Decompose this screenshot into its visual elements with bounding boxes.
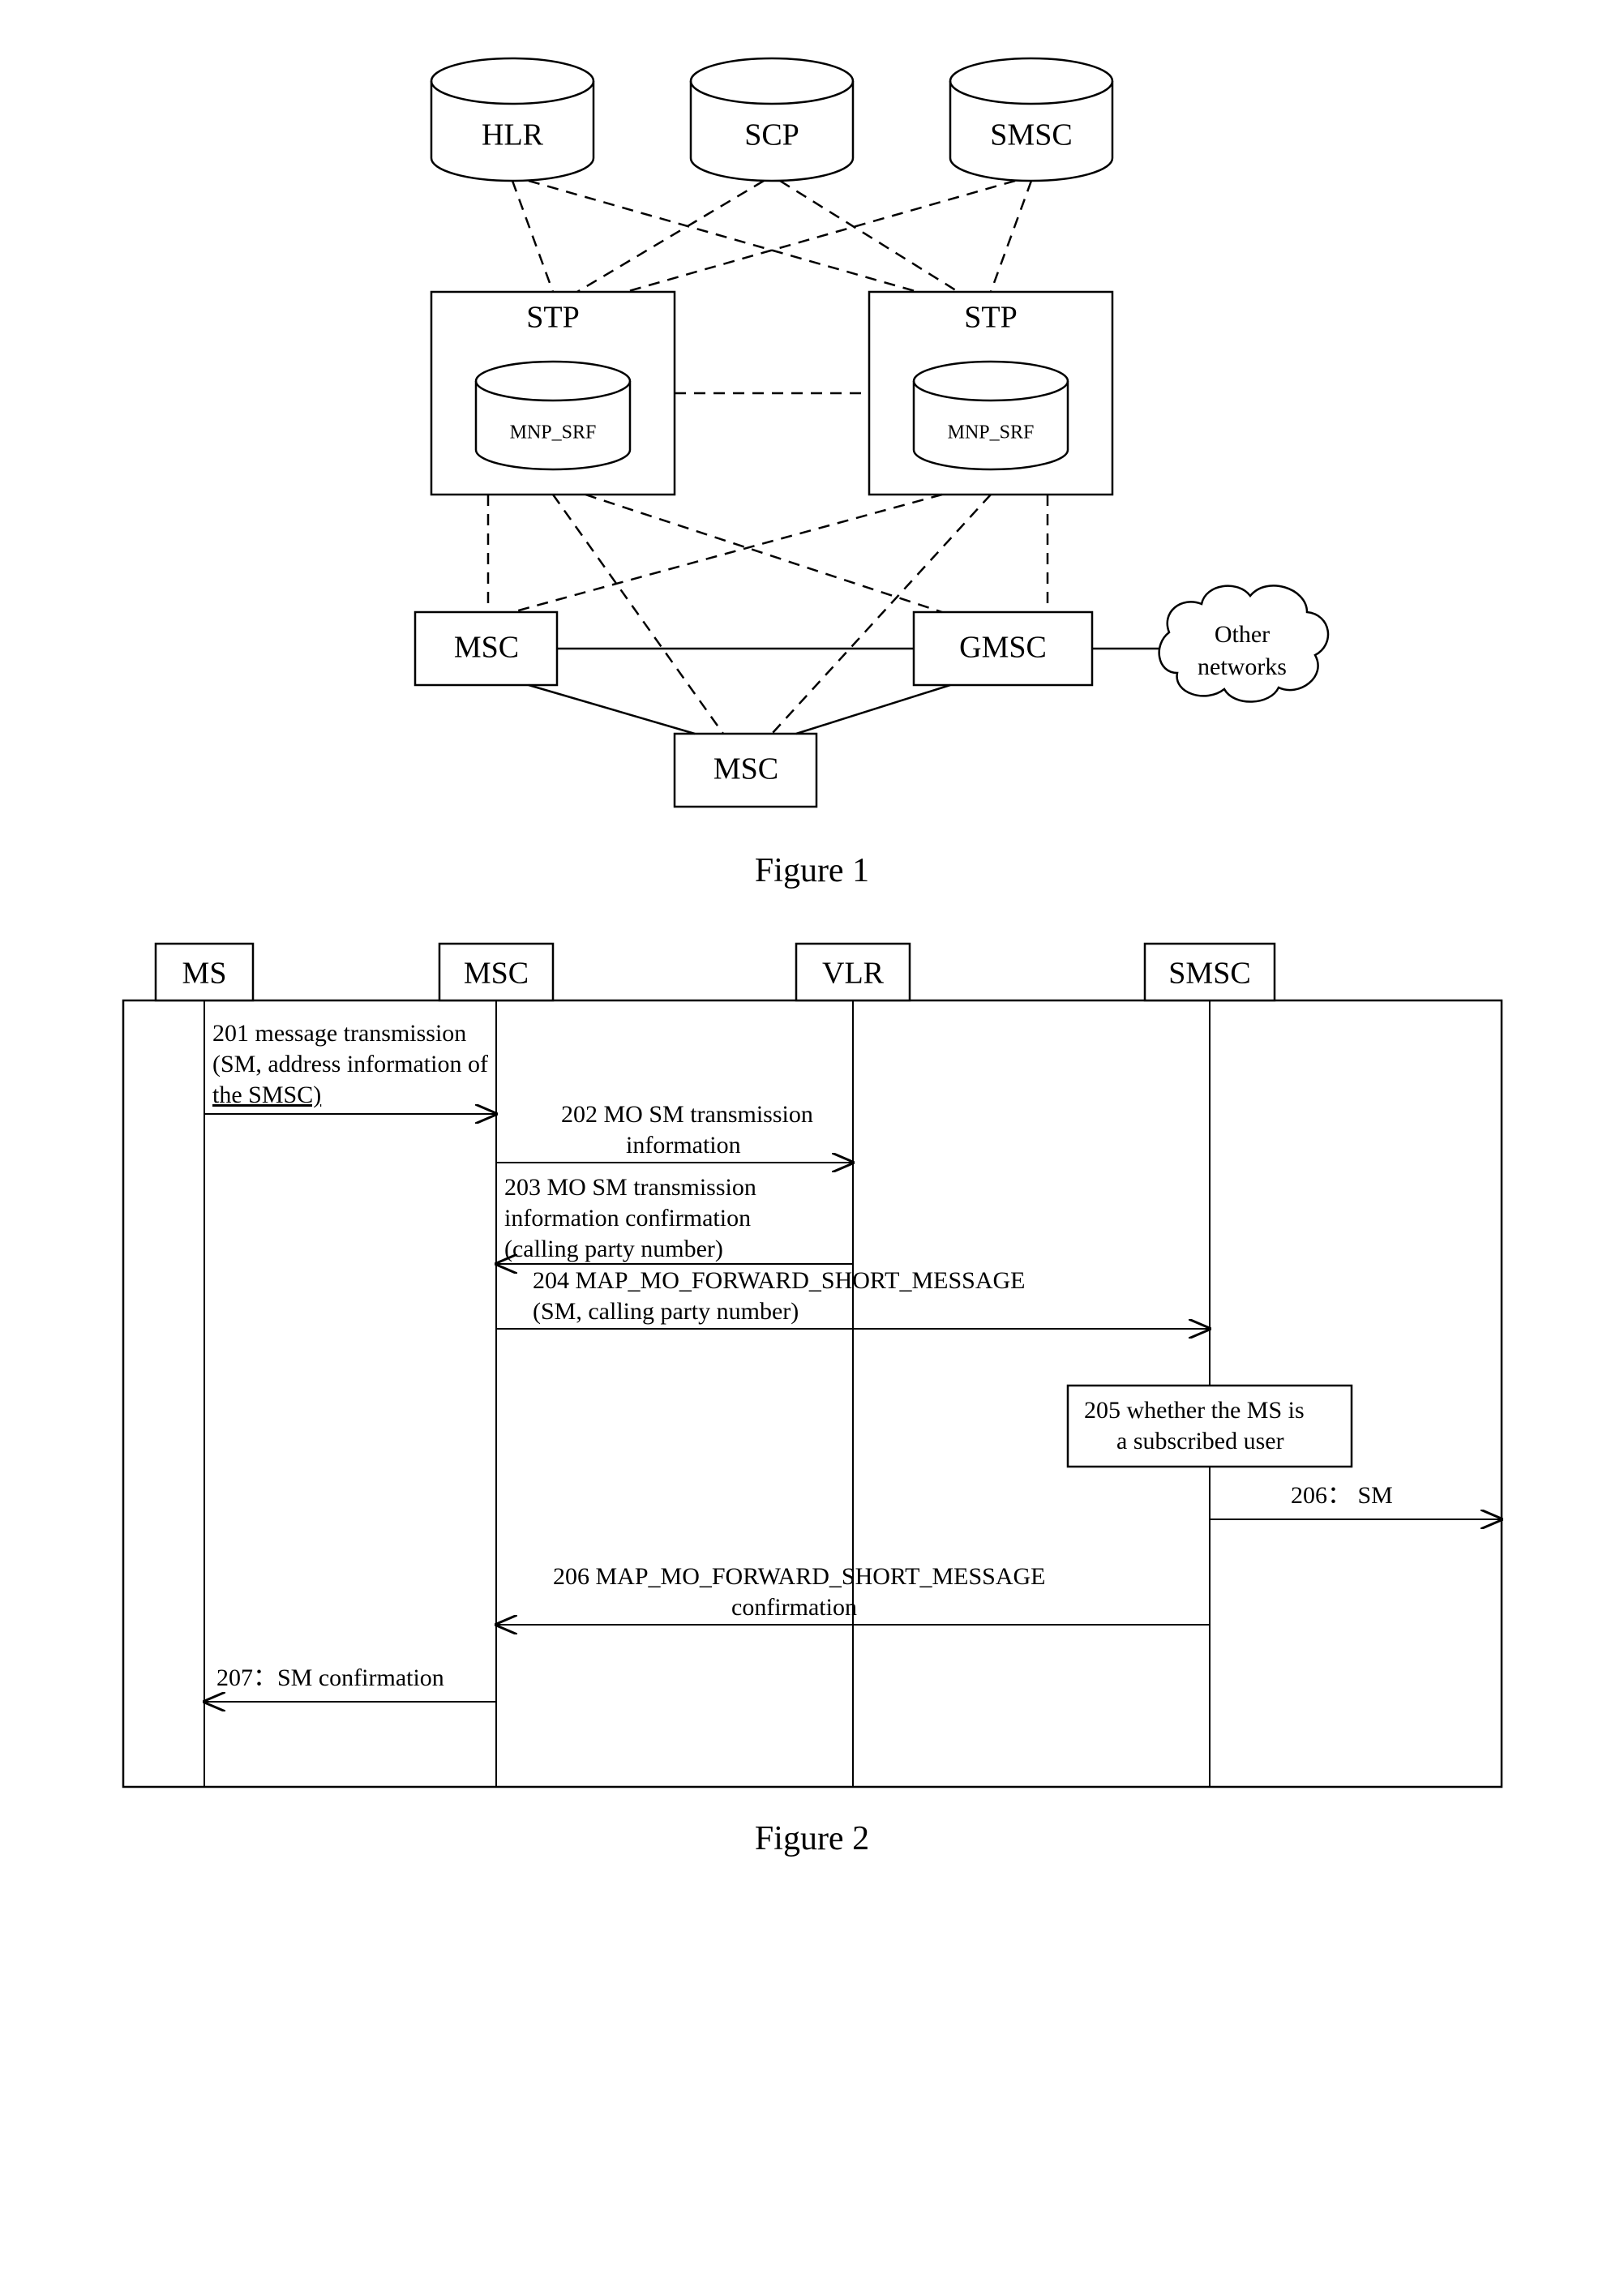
stp-left-label: STP bbox=[526, 301, 579, 335]
scp-cylinder: SCP bbox=[691, 58, 853, 181]
cloud-line1: Other bbox=[1214, 621, 1269, 648]
ms-label: MS bbox=[182, 957, 226, 991]
link-scp-stp-right bbox=[780, 181, 958, 292]
msc-left-box: MSC bbox=[415, 612, 557, 685]
m207: 207：SM confirmation bbox=[216, 1664, 444, 1691]
m206c-l1: 206 MAP_MO_FORWARD_SHORT_MESSAGE bbox=[553, 1563, 1045, 1590]
m205-l1: 205 whether the MS is bbox=[1084, 1397, 1305, 1424]
m206-right: 206： SM bbox=[1291, 1482, 1393, 1509]
scp-label: SCP bbox=[744, 118, 799, 152]
smsc-label2: SMSC bbox=[1168, 957, 1250, 991]
m201-l1: 201 message transmission bbox=[212, 1020, 466, 1047]
msc-bottom-label: MSC bbox=[713, 752, 778, 786]
lifeline-vlr: VLR bbox=[796, 944, 910, 1787]
stp-right-label: STP bbox=[964, 301, 1017, 335]
msc-label2: MSC bbox=[463, 957, 528, 991]
m204-l2: (SM, calling party number) bbox=[533, 1298, 799, 1325]
m201-l3: the SMSC) bbox=[212, 1082, 321, 1108]
m203-l2: information confirmation bbox=[504, 1205, 751, 1232]
hlr-cylinder: HLR bbox=[431, 58, 593, 181]
figure-1-caption: Figure 1 bbox=[32, 851, 1592, 890]
m202-l2: information bbox=[626, 1132, 741, 1159]
figure-1-svg: HLR SCP SMSC STP MNP_SRF STP MNP_SRF bbox=[245, 32, 1380, 843]
other-networks-cloud: Other networks bbox=[1159, 585, 1327, 701]
link-scp-stp-left bbox=[577, 181, 764, 292]
cloud-line2: networks bbox=[1198, 653, 1287, 680]
link-stpl-gmsc bbox=[585, 495, 942, 612]
stp-left-box: STP MNP_SRF bbox=[431, 292, 675, 495]
hlr-label: HLR bbox=[482, 118, 544, 152]
smsc-label: SMSC bbox=[990, 118, 1072, 152]
link-stpr-mscl bbox=[512, 495, 942, 612]
link-mscl-mscb bbox=[529, 685, 695, 734]
m202-l1: 202 MO SM transmission bbox=[561, 1101, 813, 1128]
link-gmsc-mscb bbox=[796, 685, 950, 734]
stp-right-box: STP MNP_SRF bbox=[869, 292, 1112, 495]
mnp-srf-left-label: MNP_SRF bbox=[509, 422, 596, 443]
vlr-label: VLR bbox=[822, 957, 885, 991]
m206c-l2: confirmation bbox=[731, 1594, 857, 1621]
link-smsc-stp-left bbox=[626, 181, 1015, 292]
figure-2-caption: Figure 2 bbox=[32, 1819, 1592, 1858]
link-hlr-stp-right bbox=[529, 181, 918, 292]
link-hlr-stp-left bbox=[512, 181, 553, 292]
gmsc-label: GMSC bbox=[959, 631, 1047, 665]
msc-left-label: MSC bbox=[453, 631, 518, 665]
gmsc-box: GMSC bbox=[914, 612, 1092, 685]
msc-bottom-box: MSC bbox=[675, 734, 816, 807]
m205-box: 205 whether the MS is a subscribed user bbox=[1068, 1386, 1352, 1467]
mnp-srf-right-label: MNP_SRF bbox=[947, 422, 1034, 443]
link-smsc-stp-right bbox=[991, 181, 1031, 292]
link-stpl-mscb bbox=[553, 495, 723, 734]
m205-l2: a subscribed user bbox=[1116, 1428, 1284, 1454]
figure-2-svg: MS MSC VLR SMSC 201 message transmission… bbox=[83, 919, 1542, 1811]
m204-l1: 204 MAP_MO_FORWARD_SHORT_MESSAGE bbox=[533, 1267, 1025, 1294]
smsc-cylinder: SMSC bbox=[950, 58, 1112, 181]
m203-l1: 203 MO SM transmission bbox=[504, 1174, 756, 1201]
m203-l3: (calling party number) bbox=[504, 1236, 723, 1262]
m201-l2: (SM, address information of bbox=[212, 1051, 488, 1077]
lifeline-smsc: SMSC bbox=[1145, 944, 1275, 1787]
